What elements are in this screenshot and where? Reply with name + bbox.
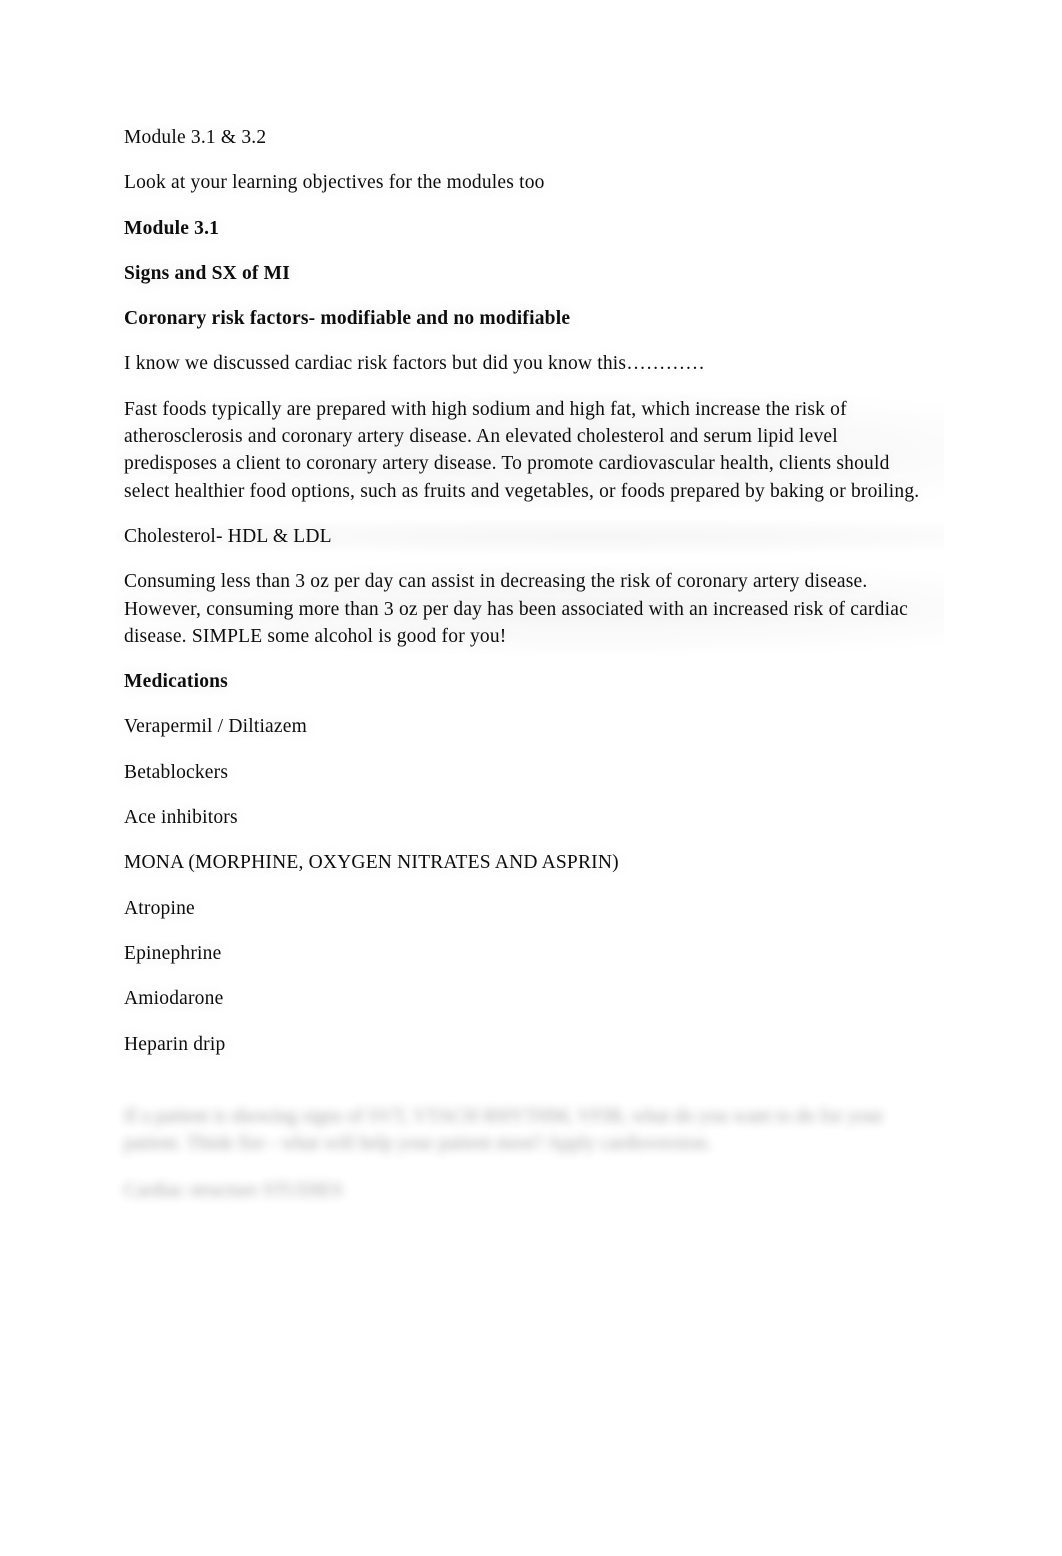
learning-objectives-note: Look at your learning objectives for the… <box>124 172 545 194</box>
medication-item: Betablockers <box>124 761 229 783</box>
heading-coronary-risk-factors: Coronary risk factors- modifiable and no… <box>124 308 571 330</box>
document-page: Module 3.1 & 3.2 Look at your learning o… <box>0 0 1062 1556</box>
medication-item: Heparin drip <box>124 1033 226 1055</box>
medication-item: Epinephrine <box>124 942 222 964</box>
heading-signs-sx-mi: Signs and SX of MI <box>124 262 291 284</box>
medication-item: Verapermil / Diltiazem <box>124 716 307 738</box>
medication-item: Ace inhibitors <box>124 807 238 829</box>
alcohol-paragraph: Consuming less than 3 oz per day can ass… <box>116 564 944 655</box>
heading-medications: Medications <box>124 671 228 693</box>
cholesterol-line: Cholesterol- HDL & LDL <box>116 518 944 555</box>
document-title-line: Module 3.1 & 3.2 <box>124 127 267 148</box>
intro-paragraph: I know we discussed cardiac risk factors… <box>124 353 705 375</box>
redacted-paragraph-one: If a patient is showing signs of SVT, VT… <box>124 1105 884 1155</box>
alcohol-text: Consuming less than 3 oz per day can ass… <box>124 571 908 647</box>
medication-item: Amiodarone <box>124 988 224 1010</box>
cholesterol-text: Cholesterol- HDL & LDL <box>124 525 332 547</box>
redacted-paragraph-two: Cardiac structure STUDIES <box>124 1180 343 1202</box>
document-body: Module 3.1 & 3.2 Look at your learning o… <box>116 124 944 1223</box>
fast-foods-paragraph: Fast foods typically are prepared with h… <box>116 391 944 510</box>
heading-module: Module 3.1 <box>124 217 220 239</box>
fast-foods-text: Fast foods typically are prepared with h… <box>124 398 920 502</box>
medication-item: MONA (MORPHINE, OXYGEN NITRATES AND ASPR… <box>124 852 619 874</box>
medication-item: Atropine <box>124 897 195 919</box>
